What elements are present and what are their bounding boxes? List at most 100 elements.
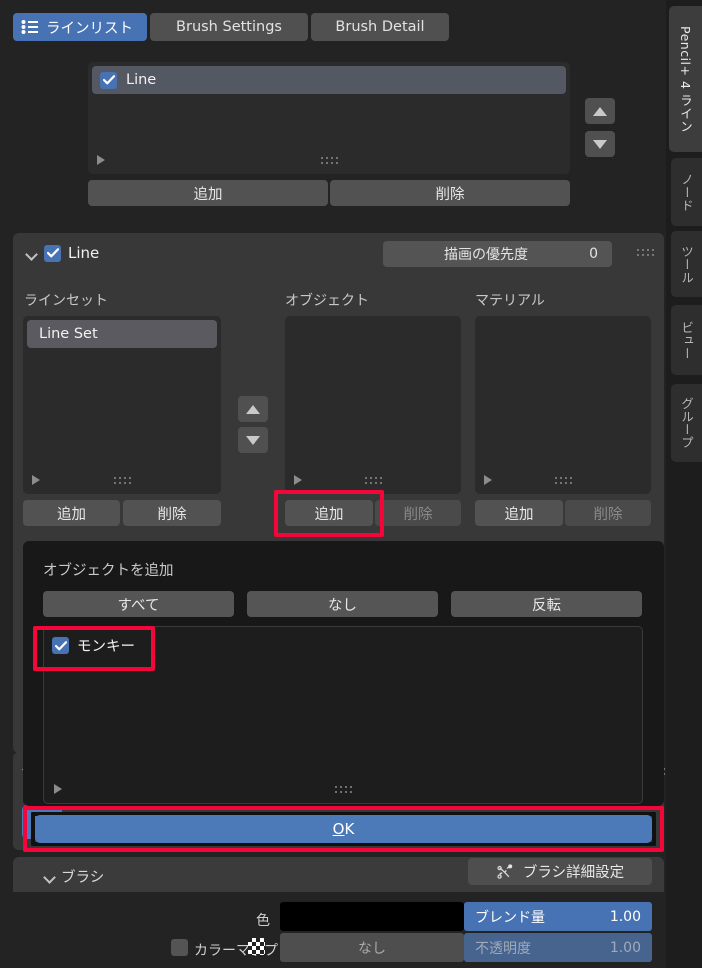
resize-grip-icon[interactable]: [555, 477, 573, 485]
tab-line-list[interactable]: ラインリスト: [13, 13, 147, 41]
line-panel-header[interactable]: Line: [26, 244, 99, 262]
expand-triangle-icon[interactable]: [54, 784, 62, 794]
draw-priority-label: 描画の優先度: [444, 247, 529, 263]
button-label: 削除: [593, 506, 623, 523]
button-label: 反転: [532, 597, 561, 614]
button-label: 追加: [57, 506, 86, 523]
invert-selection-button[interactable]: 反転: [451, 591, 642, 617]
line-panel-checkbox[interactable]: [44, 244, 61, 262]
arrow-down-icon: [593, 139, 607, 149]
list-item-label: モンキー: [77, 639, 135, 655]
line-remove-button[interactable]: 削除: [330, 180, 570, 206]
colormap-checkbox[interactable]: [171, 939, 188, 956]
side-tab-label: グループ: [679, 397, 694, 449]
line-move-up-button[interactable]: [585, 98, 615, 124]
expand-triangle-icon[interactable]: [97, 155, 105, 165]
ok-rest: K: [344, 820, 355, 838]
color-label: 色: [256, 913, 270, 929]
tab-label: Brush Detail: [335, 19, 425, 35]
side-tab-label: ノード: [679, 172, 694, 212]
chevron-down-icon[interactable]: [44, 871, 55, 882]
arrow-up-icon: [593, 106, 607, 116]
draw-priority-field[interactable]: 描画の優先度 0: [383, 241, 612, 267]
column-header-material: マテリアル: [475, 293, 545, 309]
brush-section-title: ブラシ: [61, 870, 105, 886]
expand-triangle-icon[interactable]: [484, 475, 492, 485]
list-item[interactable]: モンキー: [52, 635, 135, 656]
ok-accesskey: O: [332, 820, 345, 838]
line-panel-title: Line: [68, 244, 100, 262]
side-tab-pencil4-line[interactable]: Pencil+ 4 ライン: [669, 6, 702, 152]
material-list-box[interactable]: [475, 316, 651, 494]
tab-label: Brush Settings: [176, 19, 282, 35]
side-tab-view[interactable]: ビュー: [671, 305, 702, 375]
resize-grip-icon[interactable]: [365, 477, 383, 485]
button-label: ブラシ詳細設定: [522, 865, 625, 881]
drag-dots-icon[interactable]: [637, 249, 655, 257]
tab-brush-detail[interactable]: Brush Detail: [311, 13, 449, 41]
object-remove-button: 削除: [375, 500, 461, 526]
opacity-value: 1.00: [609, 939, 641, 956]
lineset-add-button[interactable]: 追加: [23, 500, 120, 526]
select-all-button[interactable]: すべて: [43, 591, 234, 617]
expand-triangle-icon[interactable]: [32, 475, 40, 485]
object-list-box[interactable]: [285, 316, 461, 494]
lineset-remove-button[interactable]: 削除: [123, 500, 221, 526]
draw-priority-value: 0: [589, 246, 598, 262]
blend-amount-label: ブレンド量: [475, 909, 545, 926]
object-add-button[interactable]: 追加: [285, 500, 373, 526]
select-none-button[interactable]: なし: [247, 591, 438, 617]
arrow-down-icon: [246, 435, 260, 445]
list-item[interactable]: Line: [92, 66, 566, 94]
colormap-dropdown[interactable]: なし: [280, 933, 464, 962]
ok-button[interactable]: OK: [35, 815, 652, 843]
side-tab-label: Pencil+ 4 ライン: [678, 25, 693, 133]
color-swatch[interactable]: [280, 902, 464, 931]
arrow-up-icon: [246, 404, 260, 414]
material-add-button[interactable]: 追加: [475, 500, 563, 526]
list-icon: [21, 20, 39, 34]
lineset-move-up-button[interactable]: [238, 396, 268, 422]
side-tab-tool[interactable]: ツール: [671, 231, 702, 297]
pencil4-line-properties-panel: Pencil+ 4 ライン ノード ツール ビュー グループ ラインリスト Br…: [0, 0, 702, 968]
list-item[interactable]: Line Set: [27, 320, 217, 348]
side-tab-label: ツール: [679, 244, 694, 284]
tab-bar: ラインリスト Brush Settings Brush Detail: [13, 13, 449, 41]
dialog-title: オブジェクトを追加: [43, 563, 174, 579]
button-label: 追加: [504, 506, 534, 523]
blend-amount-slider[interactable]: ブレンド量 1.00: [464, 902, 652, 931]
checker-icon[interactable]: [248, 938, 265, 955]
resize-grip-icon[interactable]: [114, 477, 132, 485]
line-enabled-checkbox[interactable]: [100, 71, 117, 89]
tab-brush-settings[interactable]: Brush Settings: [150, 13, 308, 41]
resize-grip-icon[interactable]: [321, 157, 339, 165]
dropdown-value: なし: [358, 940, 386, 957]
chevron-down-icon[interactable]: [26, 248, 37, 259]
ok-button-label: OK: [333, 820, 355, 838]
side-tab-group[interactable]: グループ: [671, 384, 702, 462]
monkey-checkbox[interactable]: [52, 637, 69, 654]
list-item-label: Line Set: [39, 326, 98, 342]
line-move-down-button[interactable]: [585, 131, 615, 157]
line-add-button[interactable]: 追加: [88, 180, 328, 206]
button-label: 削除: [157, 506, 187, 523]
line-list-box[interactable]: Line: [88, 62, 570, 174]
expand-triangle-icon[interactable]: [294, 475, 302, 485]
lineset-list-box[interactable]: Line Set: [23, 316, 221, 494]
curve-points-icon: [496, 863, 514, 880]
brush-detail-button[interactable]: ブラシ詳細設定: [468, 858, 652, 885]
resize-grip-icon[interactable]: [335, 786, 353, 794]
lineset-move-down-button[interactable]: [238, 427, 268, 453]
list-item-label: Line: [126, 72, 157, 88]
side-tab-node[interactable]: ノード: [671, 158, 702, 226]
button-label: 追加: [314, 506, 344, 523]
button-label: なし: [328, 597, 357, 614]
brush-section-header[interactable]: ブラシ: [44, 866, 104, 887]
opacity-slider: 不透明度 1.00: [464, 933, 652, 962]
button-label: すべて: [117, 597, 160, 614]
tab-label: ラインリスト: [46, 20, 133, 37]
dialog-object-list[interactable]: モンキー: [43, 626, 643, 804]
side-tab-label: ビュー: [679, 320, 694, 360]
button-label: 追加: [193, 186, 223, 203]
button-label: 削除: [403, 506, 433, 523]
